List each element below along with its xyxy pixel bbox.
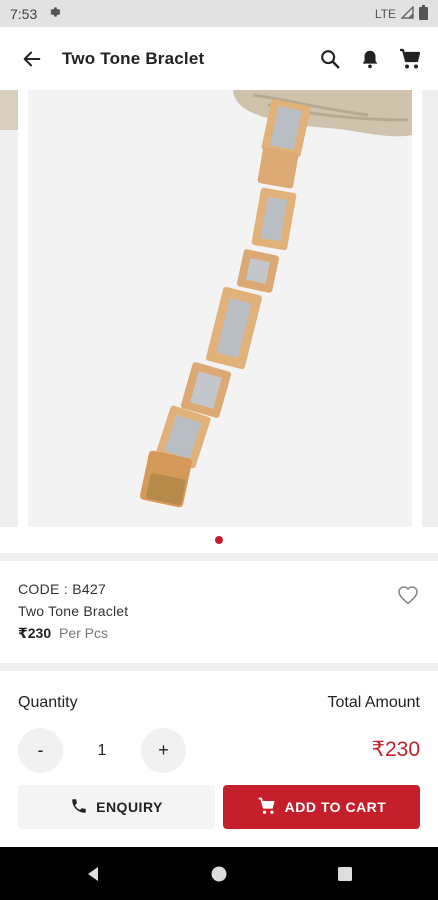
- price-row: ₹230 Per Pcs: [18, 625, 420, 642]
- order-panel: Quantity Total Amount - 1 + ₹230 ENQUIRY…: [0, 671, 438, 847]
- status-indicators: LTE: [374, 4, 428, 23]
- action-buttons: ENQUIRY ADD TO CART: [18, 785, 420, 829]
- enquiry-button[interactable]: ENQUIRY: [18, 785, 215, 829]
- phone-icon: [70, 797, 88, 818]
- signal-icon: [400, 4, 414, 22]
- product-name: Two Tone Braclet: [18, 603, 129, 619]
- total-amount-value: ₹230: [371, 738, 420, 761]
- network-type: LTE: [374, 6, 396, 21]
- status-time: 7:53: [10, 5, 38, 22]
- nav-back-icon[interactable]: [30, 847, 156, 900]
- app-bar: Two Tone Braclet: [0, 27, 438, 90]
- settings-icon: [47, 5, 61, 22]
- product-price: ₹230: [18, 625, 52, 641]
- increment-button[interactable]: +: [141, 728, 186, 773]
- product-code: CODE : B427: [18, 581, 107, 597]
- status-bar: 7:53 LTE: [0, 0, 438, 27]
- quantity-value: 1: [97, 741, 107, 759]
- app-bar-actions: [310, 39, 430, 79]
- decrement-button[interactable]: -: [18, 728, 63, 773]
- quantity-label: Quantity: [18, 694, 78, 711]
- quantity-stepper: - 1 +: [18, 728, 186, 773]
- page-title: Two Tone Braclet: [62, 48, 205, 68]
- battery-icon: [419, 4, 428, 23]
- total-amount-label: Total Amount: [327, 694, 421, 711]
- system-nav-bar: [0, 847, 438, 900]
- back-arrow-icon[interactable]: [12, 39, 52, 79]
- price-unit: Per Pcs: [59, 625, 109, 641]
- add-to-cart-label: ADD TO CART: [284, 799, 387, 815]
- nav-recents-icon[interactable]: [282, 847, 408, 900]
- cart-icon[interactable]: [390, 39, 430, 79]
- product-info: CODE : B427 Two Tone Braclet ₹230 Per Pc…: [0, 561, 438, 663]
- product-image: [28, 90, 412, 527]
- cart-icon: [257, 796, 277, 819]
- carousel-dots: [0, 536, 438, 544]
- bell-icon[interactable]: [350, 39, 390, 79]
- previous-slide-peek: [0, 90, 18, 527]
- carousel-dot-active[interactable]: [215, 536, 223, 544]
- heart-icon[interactable]: [394, 581, 422, 609]
- nav-home-icon[interactable]: [156, 847, 282, 900]
- search-icon[interactable]: [310, 39, 350, 79]
- product-image-carousel[interactable]: [0, 90, 438, 553]
- add-to-cart-button[interactable]: ADD TO CART: [223, 785, 420, 829]
- enquiry-label: ENQUIRY: [96, 799, 163, 815]
- next-slide-peek: [422, 90, 438, 527]
